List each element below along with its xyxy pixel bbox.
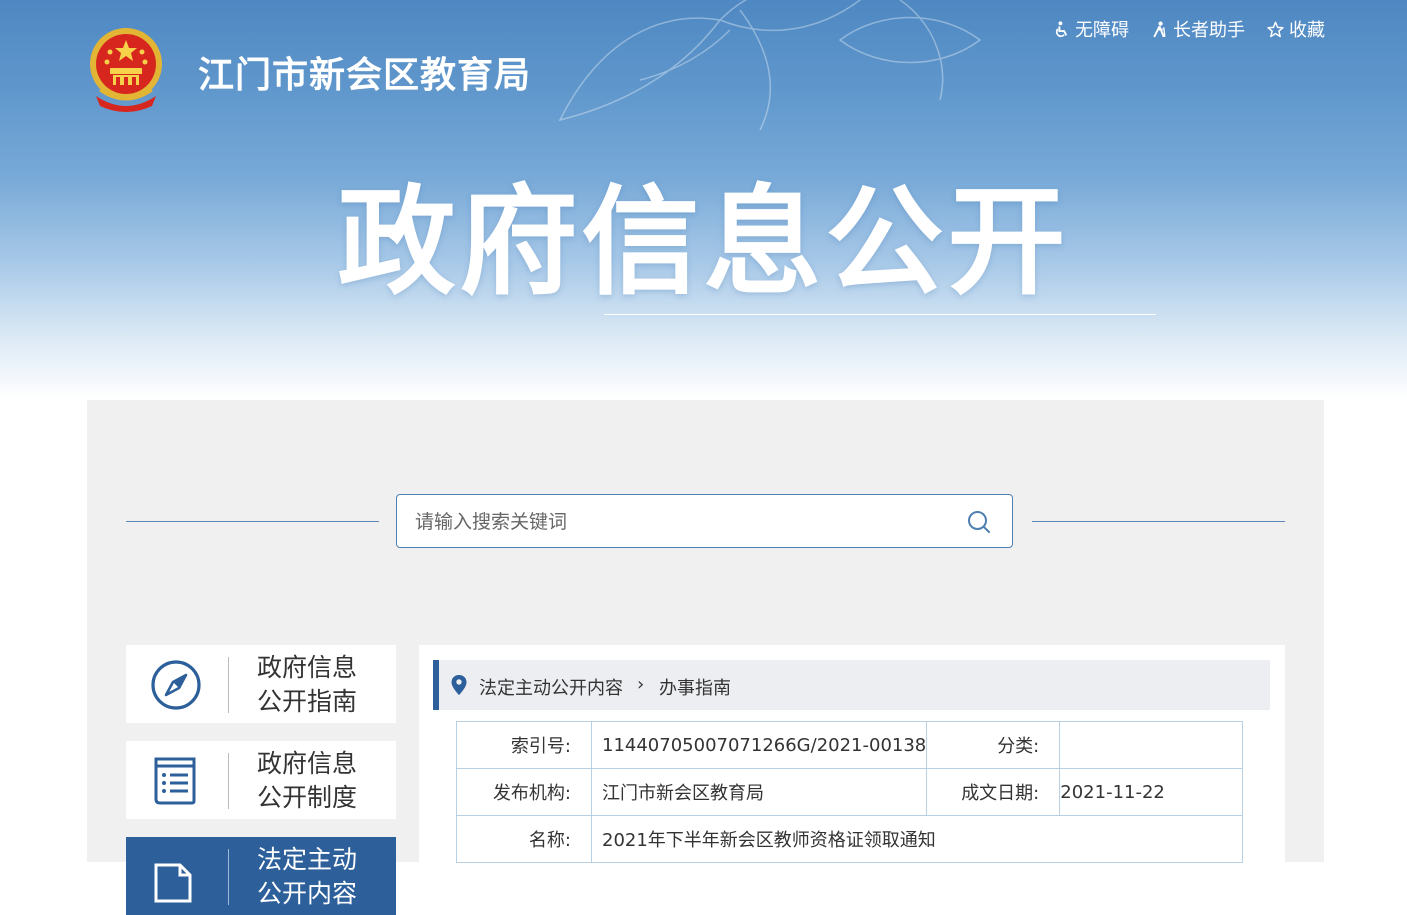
table-row: 名称: 2021年下半年新会区教师资格证领取通知 xyxy=(456,815,1243,863)
sidebar-divider xyxy=(228,849,229,905)
name-label: 名称: xyxy=(456,815,592,863)
sidebar-divider xyxy=(228,753,229,809)
hero-divider xyxy=(604,314,1156,315)
search-left-line xyxy=(126,521,379,522)
breadcrumb-item-guide[interactable]: 办事指南 xyxy=(659,674,731,700)
breadcrumb: 法定主动公开内容 › 办事指南 xyxy=(433,660,1270,710)
accessibility-label: 无障碍 xyxy=(1075,20,1129,41)
name-value: 2021年下半年新会区教师资格证领取通知 xyxy=(591,815,1243,863)
chevron-right-icon: › xyxy=(637,674,645,695)
publisher-value: 江门市新会区教育局 xyxy=(590,768,928,816)
index-label: 索引号: xyxy=(456,721,592,769)
sidebar-item-statutory-disclosure[interactable]: 法定主动 公开内容 xyxy=(126,837,396,915)
document-icon xyxy=(154,863,192,903)
star-icon xyxy=(1267,21,1284,37)
category-value xyxy=(1059,721,1243,769)
elder-assistant-link[interactable]: 长者助手 xyxy=(1151,16,1245,42)
search-input[interactable] xyxy=(413,495,957,549)
magnolia-decoration-icon xyxy=(558,0,982,131)
sidebar-item-label: 政府信息 公开制度 xyxy=(257,747,387,815)
search-box xyxy=(396,494,1013,549)
date-value: 2021-11-22 xyxy=(1059,768,1243,816)
elder-assistant-icon xyxy=(1153,21,1166,37)
table-row: 发布机构: 江门市新会区教育局 成文日期: 2021-11-22 xyxy=(456,768,1243,816)
sidebar-item-label-line1: 政府信息 xyxy=(257,749,358,778)
top-links: 无障碍 长者助手 收藏 xyxy=(1053,16,1325,42)
index-value: 11440705007071266G/2021-00138 xyxy=(590,721,928,769)
sidebar-item-label-line1: 法定主动 xyxy=(257,845,358,874)
breadcrumb-item-statutory[interactable]: 法定主动公开内容 xyxy=(479,674,623,700)
search-right-line xyxy=(1032,521,1285,522)
hero-title: 政府信息公开 xyxy=(337,173,1070,311)
date-label: 成文日期: xyxy=(926,768,1061,816)
table-row: 索引号: 11440705007071266G/2021-00138 分类: xyxy=(456,721,1243,769)
favorite-link[interactable]: 收藏 xyxy=(1267,16,1325,42)
compass-icon xyxy=(151,660,201,710)
list-document-icon xyxy=(154,757,196,805)
sidebar-item-disclosure-system[interactable]: 政府信息 公开制度 xyxy=(126,741,396,819)
publisher-label: 发布机构: xyxy=(456,768,592,816)
national-emblem-icon xyxy=(90,28,162,112)
sidebar-item-label-line2: 公开制度 xyxy=(257,783,358,812)
sidebar-divider xyxy=(228,657,229,713)
accessibility-link[interactable]: 无障碍 xyxy=(1053,16,1129,42)
favorite-label: 收藏 xyxy=(1289,20,1325,41)
sidebar-item-label-line2: 公开内容 xyxy=(257,879,358,908)
sidebar-item-disclosure-guide[interactable]: 政府信息 公开指南 xyxy=(126,645,396,723)
sidebar-item-label-line1: 政府信息 xyxy=(257,653,358,682)
sidebar-item-label-line2: 公开指南 xyxy=(257,687,358,716)
header-banner: 江门市新会区教育局 无障碍 长者助手 收藏 政府信息公开 xyxy=(0,0,1407,400)
sidebar-item-label: 政府信息 公开指南 xyxy=(257,651,387,719)
accessibility-icon xyxy=(1055,20,1068,37)
category-label: 分类: xyxy=(926,721,1061,769)
agency-name: 江门市新会区教育局 xyxy=(198,55,532,96)
search-icon[interactable] xyxy=(966,509,992,535)
document-info-table: 索引号: 11440705007071266G/2021-00138 分类: 发… xyxy=(456,721,1243,863)
location-pin-icon xyxy=(451,675,467,695)
elder-assistant-label: 长者助手 xyxy=(1173,20,1245,41)
sidebar-item-label: 法定主动 公开内容 xyxy=(257,843,387,911)
